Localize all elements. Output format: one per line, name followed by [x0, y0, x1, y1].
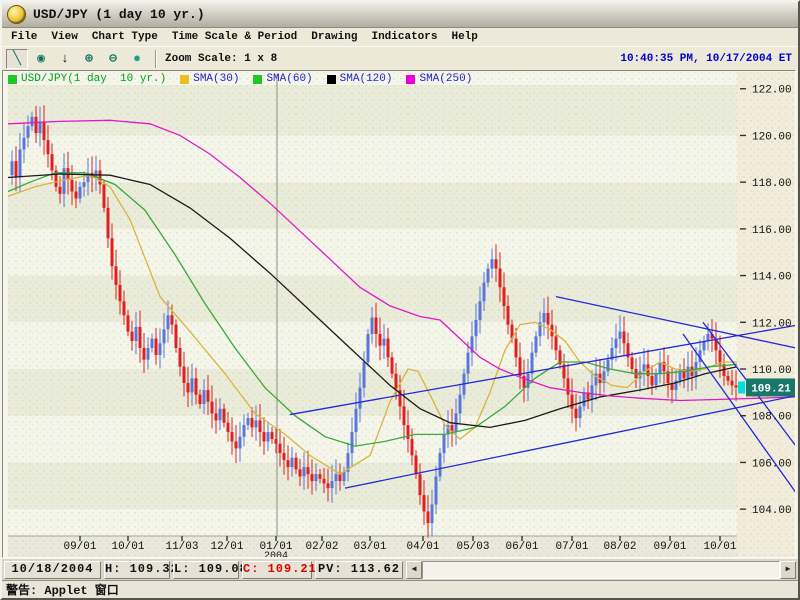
legend-item-sma-60: SMA(60) — [253, 73, 312, 85]
svg-text:108.00: 108.00 — [752, 412, 792, 424]
legend-swatch — [406, 75, 415, 84]
menu-time-scale-period[interactable]: Time Scale & Period — [165, 30, 304, 44]
status-pivot: PV: 113.62 — [315, 561, 403, 579]
legend-item-sma-30: SMA(30) — [180, 73, 239, 85]
legend-item-usd-jpy-1-day-10-yr: USD/JPY(1 day 10 yr.) — [8, 73, 166, 85]
toolbar-separator — [155, 50, 157, 68]
svg-text:12/01: 12/01 — [210, 541, 243, 553]
zoom-in-icon[interactable]: ⊕ — [78, 49, 100, 69]
zoom-out-icon[interactable]: ⊖ — [102, 49, 124, 69]
svg-text:112.00: 112.00 — [752, 318, 792, 330]
svg-text:10/01: 10/01 — [111, 541, 144, 553]
svg-text:106.00: 106.00 — [752, 458, 792, 470]
legend-swatch — [253, 75, 262, 84]
menu-file[interactable]: File — [4, 30, 44, 44]
svg-text:116.00: 116.00 — [752, 225, 792, 237]
applet-warning-text: 警告: Applet 窗口 — [2, 581, 119, 598]
window-title: USD/JPY (1 day 10 yr.) — [33, 7, 205, 22]
applet-warning-bar: 警告: Applet 窗口 — [2, 580, 798, 598]
toolbar: ╲◉↓⊕⊖● Zoom Scale: 1 x 8 10:40:35 PM, 10… — [2, 46, 798, 70]
svg-text:118.00: 118.00 — [752, 178, 792, 190]
menu-drawing[interactable]: Drawing — [304, 30, 364, 44]
zoom-scale-label: Zoom Scale: 1 x 8 — [165, 53, 277, 65]
scroll-right-button[interactable]: ▶ — [780, 561, 796, 579]
legend-item-sma-250: SMA(250) — [406, 73, 472, 85]
price-chart[interactable]: 122.00 120.00 118.00 116.00 114.00 112.00 110.… — [0, 0, 800, 600]
menu-help[interactable]: Help — [444, 30, 484, 44]
down-arrow-icon[interactable]: ↓ — [54, 49, 76, 69]
legend-label: SMA(250) — [419, 73, 472, 85]
scroll-left-button[interactable]: ◀ — [406, 561, 422, 579]
chart-legend: USD/JPY(1 day 10 yr.) SMA(30) SMA(60) SMA(1… — [8, 73, 486, 85]
svg-text:05/03: 05/03 — [456, 541, 489, 553]
svg-text:104.00: 104.00 — [752, 505, 792, 517]
svg-text:09/01: 09/01 — [653, 541, 686, 553]
sphere-icon[interactable]: ● — [126, 49, 148, 69]
legend-item-sma-120: SMA(120) — [327, 73, 393, 85]
svg-text:08/02: 08/02 — [603, 541, 636, 553]
legend-label: USD/JPY(1 day 10 yr.) — [21, 73, 166, 85]
legend-label: SMA(120) — [340, 73, 393, 85]
legend-label: SMA(30) — [193, 73, 239, 85]
status-close: C: 109.21 — [242, 561, 312, 579]
status-high: H: 109.32 — [104, 561, 170, 579]
menu-view[interactable]: View — [44, 30, 84, 44]
tool-button-group: ╲◉↓⊕⊖● — [6, 49, 150, 69]
title-bar: USD/JPY (1 day 10 yr.) — [2, 2, 798, 28]
svg-text:07/01: 07/01 — [555, 541, 588, 553]
menu-bar: FileViewChart TypeTime Scale & PeriodDra… — [2, 28, 798, 46]
clock-text: 10:40:35 PM, 10/17/2004 ET — [620, 53, 798, 65]
legend-swatch — [180, 75, 189, 84]
status-low: L: 109.08 — [173, 561, 239, 579]
coin-icon — [7, 5, 26, 24]
crosshair-icon[interactable]: ◉ — [30, 49, 52, 69]
app-window: { "window": { "title": "USD/JPY (1 day 1… — [0, 0, 800, 600]
status-date: 10/18/2004 — [4, 561, 101, 579]
svg-text:06/01: 06/01 — [505, 541, 538, 553]
svg-text:04/01: 04/01 — [406, 541, 439, 553]
svg-text:09/01: 09/01 — [63, 541, 96, 553]
horizontal-scrollbar[interactable]: ◀▶ — [406, 561, 796, 579]
scrollbar-track[interactable] — [422, 561, 780, 579]
svg-text:109.21: 109.21 — [751, 383, 791, 395]
svg-text:10/01: 10/01 — [703, 541, 736, 553]
legend-swatch — [327, 75, 336, 84]
line-tool-icon[interactable]: ╲ — [6, 49, 28, 69]
svg-text:03/01: 03/01 — [353, 541, 386, 553]
legend-label: SMA(60) — [266, 73, 312, 85]
legend-swatch — [8, 75, 17, 84]
svg-text:120.00: 120.00 — [752, 131, 792, 143]
svg-text:110.00: 110.00 — [752, 365, 792, 377]
svg-text:11/03: 11/03 — [165, 541, 198, 553]
menu-chart-type[interactable]: Chart Type — [85, 30, 165, 44]
status-bar: 10/18/2004H: 109.32L: 109.08C: 109.21PV:… — [2, 558, 798, 580]
svg-text:114.00: 114.00 — [752, 272, 792, 284]
svg-text:02/02: 02/02 — [305, 541, 338, 553]
menu-indicators[interactable]: Indicators — [364, 30, 444, 44]
svg-text:122.00: 122.00 — [752, 85, 792, 97]
